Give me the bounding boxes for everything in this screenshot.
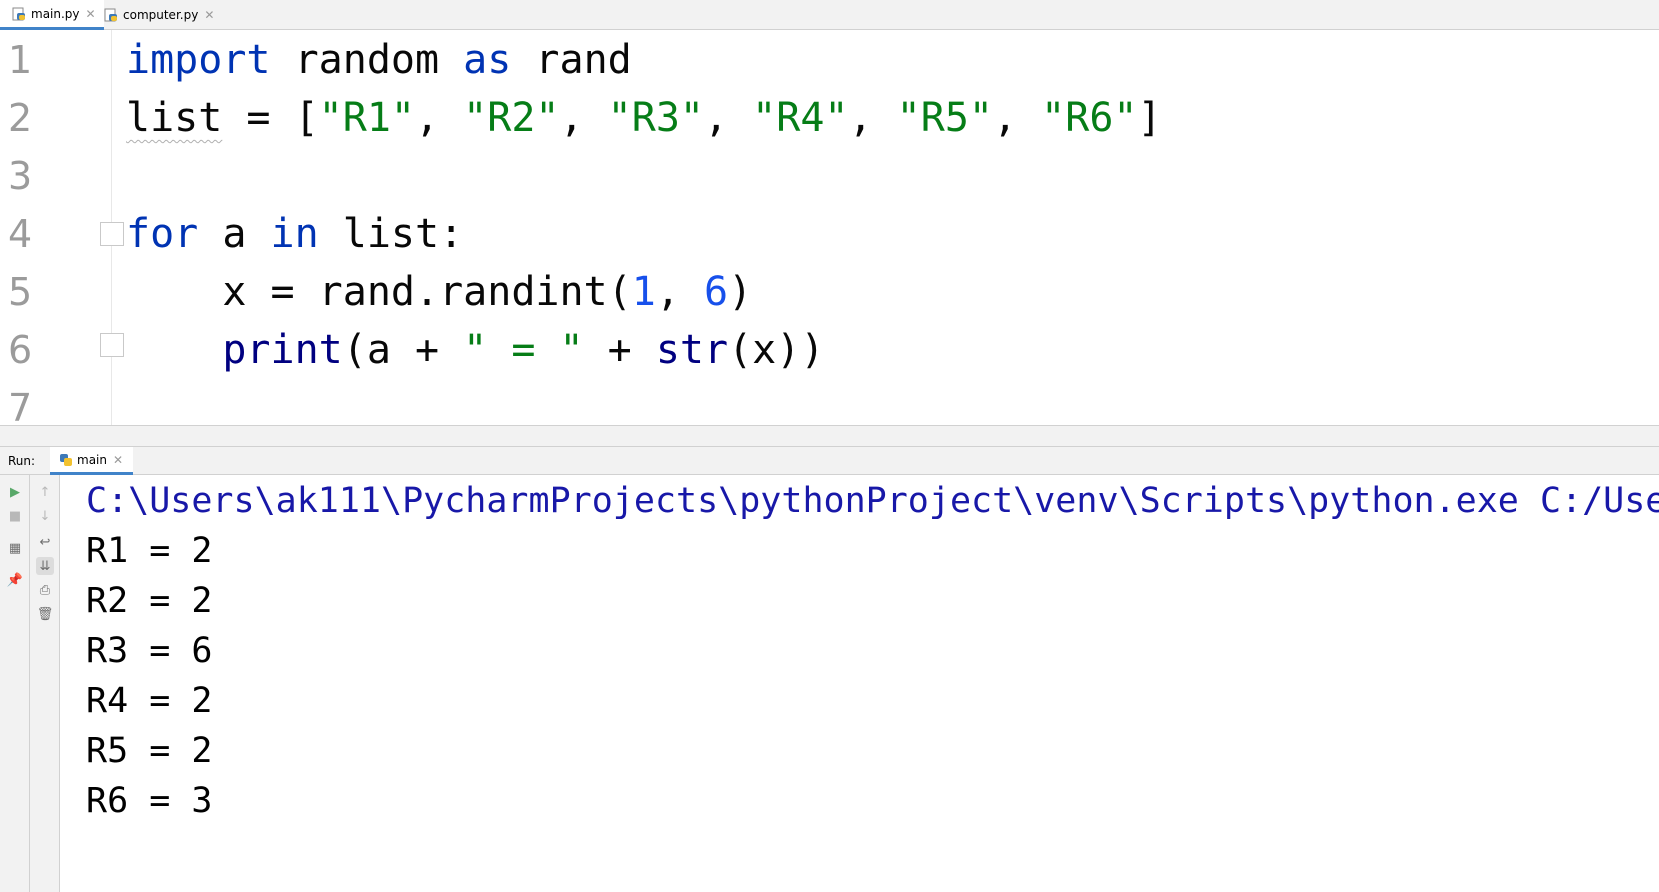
close-icon[interactable]: ✕ bbox=[204, 8, 214, 22]
run-toolbar-left: ▶ ■ ▦ 📌 bbox=[0, 475, 30, 892]
soft-wrap-icon[interactable]: ↩ bbox=[36, 533, 54, 551]
console-line: R6 = 3 bbox=[86, 781, 213, 821]
code-text: rand bbox=[511, 37, 632, 83]
line-number: 4 bbox=[8, 212, 33, 256]
code-line-1: import random as rand bbox=[126, 30, 632, 91]
number-literal: 6 bbox=[704, 269, 729, 315]
run-tab-main[interactable]: main ✕ bbox=[50, 447, 134, 475]
code-text: + bbox=[583, 327, 656, 373]
python-file-icon bbox=[12, 7, 26, 21]
keyword-import: import bbox=[126, 37, 271, 83]
scroll-to-end-icon[interactable]: ⇊ bbox=[36, 557, 54, 575]
code-text: , bbox=[559, 95, 608, 141]
tab-label: computer.py bbox=[123, 8, 199, 22]
line-number: 6 bbox=[8, 328, 33, 372]
line-number: 1 bbox=[8, 38, 33, 82]
code-text: , bbox=[655, 269, 704, 315]
code-line-2: list = ["R1", "R2", "R3", "R4", "R5", "R… bbox=[126, 88, 1162, 149]
console-output[interactable]: C:\Users\ak111\PycharmProjects\pythonPro… bbox=[60, 475, 1659, 892]
line-number-gutter: 1 2 3 4 5 6 7 bbox=[0, 30, 112, 425]
code-text: (x)) bbox=[728, 327, 825, 373]
code-text: , bbox=[703, 95, 753, 141]
code-text: , bbox=[848, 95, 897, 141]
code-text: , bbox=[414, 95, 464, 141]
code-text: ] bbox=[1137, 95, 1162, 141]
print-icon[interactable]: ⎙ bbox=[36, 581, 54, 599]
line-number: 3 bbox=[8, 154, 33, 198]
string-literal: "R1" bbox=[318, 95, 415, 141]
close-icon[interactable]: ✕ bbox=[113, 453, 123, 467]
code-editor[interactable]: 1 2 3 4 5 6 7 import random as rand list… bbox=[0, 30, 1659, 425]
stop-icon[interactable]: ■ bbox=[6, 507, 24, 525]
fold-start-icon[interactable] bbox=[100, 222, 124, 246]
editor-tab-bar: main.py ✕ computer.py ✕ bbox=[0, 0, 1659, 30]
string-literal: "R6" bbox=[1041, 95, 1138, 141]
line-number: 7 bbox=[8, 386, 33, 425]
code-text: , bbox=[992, 95, 1042, 141]
number-literal: 1 bbox=[631, 269, 656, 315]
variable-list: list bbox=[126, 95, 223, 141]
run-label: Run: bbox=[8, 454, 36, 468]
console-line: R4 = 2 bbox=[86, 681, 213, 721]
code-text: x = rand.randint( bbox=[222, 269, 632, 315]
code-line-4: for a in list: bbox=[126, 204, 463, 265]
console-line: R2 = 2 bbox=[86, 581, 213, 621]
run-icon[interactable]: ▶ bbox=[6, 483, 24, 501]
string-literal: "R4" bbox=[752, 95, 849, 141]
builtin-str: str bbox=[655, 327, 729, 373]
panel-splitter[interactable] bbox=[0, 425, 1659, 447]
tab-main-py[interactable]: main.py ✕ bbox=[0, 0, 104, 30]
down-arrow-icon[interactable]: ↓ bbox=[36, 507, 54, 525]
code-text: random bbox=[270, 37, 464, 83]
line-number: 5 bbox=[8, 270, 33, 314]
keyword-for: for bbox=[126, 211, 199, 257]
code-text: ) bbox=[728, 269, 753, 315]
code-text: list: bbox=[318, 211, 464, 257]
trash-icon[interactable]: 🗑 bbox=[36, 605, 54, 623]
run-toolbar-right: ↑ ↓ ↩ ⇊ ⎙ 🗑 bbox=[30, 475, 60, 892]
code-line-6: print(a + " = " + str(x)) bbox=[126, 320, 824, 381]
fold-end-icon[interactable] bbox=[100, 333, 124, 357]
keyword-as: as bbox=[463, 37, 512, 83]
python-icon bbox=[60, 453, 72, 466]
up-arrow-icon[interactable]: ↑ bbox=[36, 483, 54, 501]
string-literal: " = " bbox=[463, 327, 584, 373]
string-literal: "R5" bbox=[896, 95, 993, 141]
python-file-icon bbox=[104, 8, 118, 22]
tab-computer-py[interactable]: computer.py ✕ bbox=[92, 0, 222, 30]
keyword-in: in bbox=[270, 211, 319, 257]
run-tab-label: main bbox=[77, 452, 107, 467]
code-line-5: x = rand.randint(1, 6) bbox=[126, 262, 752, 323]
console-line: R1 = 2 bbox=[86, 531, 213, 571]
console-line: R5 = 2 bbox=[86, 731, 213, 771]
pin-icon[interactable]: 📌 bbox=[6, 571, 24, 589]
line-number: 2 bbox=[8, 96, 33, 140]
console-command: C:\Users\ak111\PycharmProjects\pythonPro… bbox=[86, 481, 1659, 521]
builtin-print: print bbox=[222, 327, 343, 373]
run-panel-header: Run: main ✕ bbox=[0, 447, 1659, 475]
layout-icon[interactable]: ▦ bbox=[6, 539, 24, 557]
code-text: = [ bbox=[222, 95, 319, 141]
code-text: a bbox=[198, 211, 271, 257]
string-literal: "R3" bbox=[607, 95, 704, 141]
code-text: (a + bbox=[342, 327, 464, 373]
console-line: R3 = 6 bbox=[86, 631, 213, 671]
tab-label: main.py bbox=[31, 6, 80, 21]
string-literal: "R2" bbox=[463, 95, 560, 141]
